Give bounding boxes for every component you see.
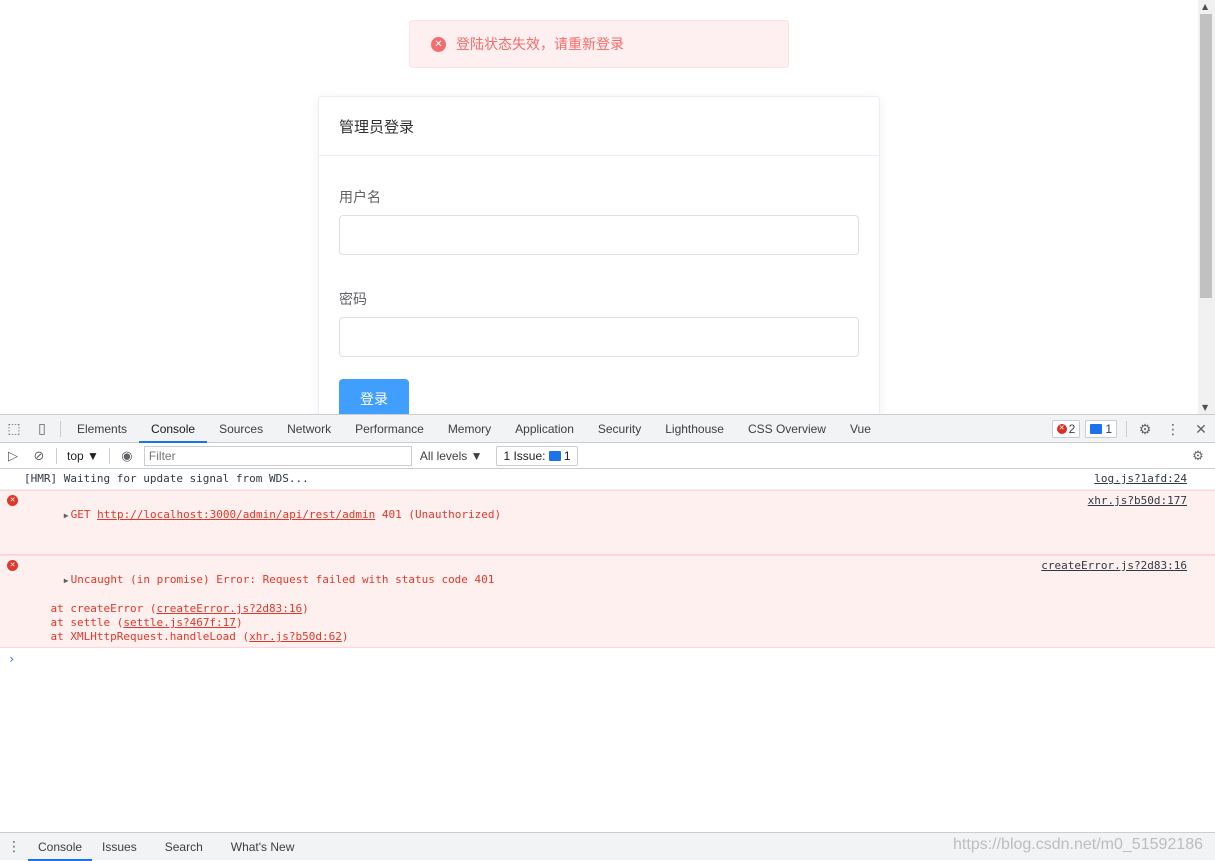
stack-frame-text: ) (235, 616, 243, 629)
stack-frame: at XMLHttpRequest.handleLoad (xhr.js?b50… (24, 630, 1189, 644)
expand-triangle-icon[interactable]: ▶ (64, 511, 69, 520)
page-scrollbar[interactable]: ▲ ▼ (1198, 0, 1215, 414)
message-icon (1090, 424, 1103, 434)
tab-lighthouse[interactable]: Lighthouse (653, 415, 736, 443)
context-selector[interactable]: top ▼ (61, 449, 105, 463)
drawer-tab-whats-new[interactable]: What's New (221, 833, 305, 861)
issues-count: 1 (563, 448, 571, 463)
eye-icon[interactable]: ◉ (114, 443, 140, 469)
username-label: 用户名 (339, 190, 381, 206)
devtools-tabbar: ⬚ ▯ Elements Console Sources Network Per… (0, 415, 1215, 443)
log-source-link[interactable]: log.js?1afd:24 (1094, 472, 1187, 486)
tab-console[interactable]: Console (139, 415, 208, 443)
toast-message: 登陆状态失效，请重新登录 (456, 37, 624, 53)
stack-frame-link[interactable]: xhr.js?b50d:62 (249, 630, 342, 643)
tab-security[interactable]: Security (586, 415, 653, 443)
card-title: 管理员登录 (319, 97, 879, 156)
error-icon: ✕ (7, 495, 18, 506)
context-label: top (67, 448, 84, 463)
login-button[interactable]: 登录 (339, 379, 409, 414)
drawer-tab-issues[interactable]: Issues (92, 833, 147, 861)
stack-frame-text: at settle ( (24, 616, 124, 629)
stack-frame-text: ) (341, 630, 349, 643)
stack-frame-text: ) (302, 602, 309, 615)
close-circle-icon: ✕ (431, 36, 446, 52)
watermark: https://blog.csdn.net/m0_51592186 (953, 836, 1203, 853)
expand-triangle-icon[interactable]: ▶ (64, 576, 69, 585)
console-settings-gear-icon[interactable]: ⚙ (1185, 443, 1211, 469)
log-source-link[interactable]: xhr.js?b50d:177 (1088, 494, 1187, 508)
tabbar-right-controls: ✕ 2 1 ⚙ ⋮ ✕ (1051, 415, 1215, 443)
console-output: [HMR] Waiting for update signal from WDS… (0, 469, 1215, 666)
scroll-down-arrow-icon[interactable]: ▼ (1202, 403, 1208, 412)
username-input[interactable] (339, 215, 859, 255)
password-label: 密码 (339, 292, 367, 308)
tab-sources[interactable]: Sources (207, 415, 275, 443)
close-icon[interactable]: ✕ (1187, 415, 1215, 443)
console-toolbar: ▷ ⊘ top ▼ ◉ All levels ▼ 1 Issue: 1 ⚙ (0, 443, 1215, 469)
settings-gear-icon[interactable]: ⚙ (1131, 415, 1159, 443)
tab-performance[interactable]: Performance (343, 415, 436, 443)
divider (1126, 421, 1127, 437)
scroll-up-arrow-icon[interactable]: ▲ (1202, 2, 1208, 11)
divider (56, 447, 57, 464)
drawer-tab-console[interactable]: Console (28, 833, 93, 861)
scroll-thumb[interactable] (1200, 14, 1212, 298)
error-count-badge[interactable]: ✕ 2 (1051, 420, 1081, 438)
more-vertical-icon[interactable]: ⋮ (1159, 415, 1187, 443)
divider (108, 447, 110, 464)
request-url-link[interactable]: http://localhost:3000/admin/api/rest/adm… (97, 508, 375, 521)
error-icon: ✕ (1056, 424, 1067, 434)
divider (60, 420, 61, 437)
console-prompt[interactable]: › (0, 648, 1215, 666)
clear-console-icon[interactable]: ⊘ (26, 443, 52, 469)
inspect-element-icon[interactable]: ⬚ (0, 415, 28, 443)
stack-frame-link[interactable]: settle.js?467f:17 (123, 616, 236, 629)
tab-memory[interactable]: Memory (436, 415, 503, 443)
filter-input[interactable] (143, 445, 412, 466)
log-levels-dropdown[interactable]: All levels ▼ (412, 449, 491, 463)
error-count: 2 (1068, 422, 1076, 436)
stack-frame-text: at XMLHttpRequest.handleLoad ( (24, 630, 250, 643)
log-source-link[interactable]: createError.js?2d83:16 (1041, 559, 1187, 573)
page-viewport: ✕ 登陆状态失效，请重新登录 管理员登录 用户名 密码 登录 ▲ ▼ (0, 0, 1215, 414)
log-entry-hmr: [HMR] Waiting for update signal from WDS… (0, 469, 1215, 490)
message-icon (548, 450, 561, 461)
issues-button[interactable]: 1 Issue: 1 (496, 445, 578, 466)
devtools-drawer-tabbar: ⋮ Console Issues Search What's New https… (0, 832, 1215, 861)
log-entry-get-error[interactable]: ✕ ▶ GET http://localhost:3000/admin/api/re… (0, 490, 1215, 555)
password-input[interactable] (339, 317, 859, 357)
stack-frame-text: at createError ( (24, 602, 157, 615)
error-message: Uncaught (in promise) Error: Request fai… (70, 573, 495, 586)
device-toolbar-icon[interactable]: ▯ (28, 415, 56, 443)
stack-frame: at settle (settle.js?467f:17) (24, 616, 1189, 630)
message-count-badge[interactable]: 1 (1085, 420, 1117, 438)
devtools-panel: ⬚ ▯ Elements Console Sources Network Per… (0, 414, 1215, 861)
stack-frame-link[interactable]: createError.js?2d83:16 (156, 602, 302, 615)
tab-vue[interactable]: Vue (838, 415, 883, 443)
tab-elements[interactable]: Elements (65, 415, 139, 443)
issues-label: 1 Issue: (503, 448, 546, 463)
tab-network[interactable]: Network (275, 415, 343, 443)
sidebar-toggle-icon[interactable]: ▷ (0, 443, 26, 469)
error-toast: ✕ 登陆状态失效，请重新登录 (409, 20, 789, 68)
message-count: 1 (1105, 422, 1112, 436)
log-text: [HMR] Waiting for update signal from WDS… (24, 472, 309, 485)
login-card: 管理员登录 用户名 密码 登录 (318, 96, 880, 414)
stack-frame: at createError (createError.js?2d83:16) (24, 602, 1189, 616)
tab-css-overview[interactable]: CSS Overview (736, 415, 838, 443)
drawer-menu-icon[interactable]: ⋮ (0, 833, 28, 861)
request-status: 401 (Unauthorized) (381, 508, 502, 521)
tab-application[interactable]: Application (503, 415, 586, 443)
log-entry-uncaught-error[interactable]: ✕ ▶ Uncaught (in promise) Error: Request f… (0, 555, 1215, 648)
error-icon: ✕ (7, 560, 18, 571)
drawer-tab-search[interactable]: Search (155, 833, 213, 861)
request-method: GET (70, 508, 91, 521)
